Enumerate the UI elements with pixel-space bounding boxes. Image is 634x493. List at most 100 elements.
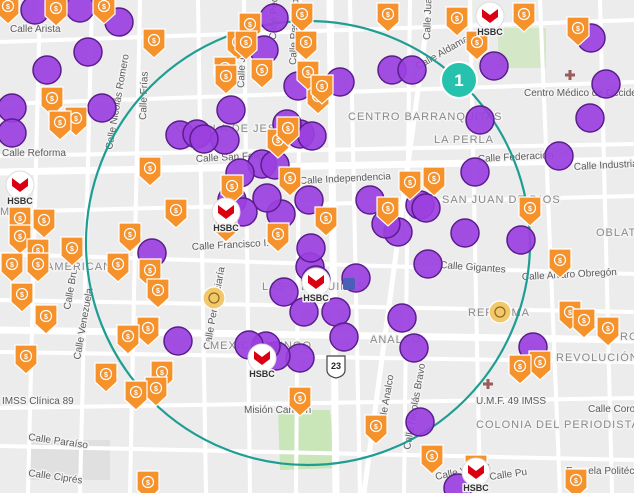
location-marker[interactable] [575,103,605,133]
location-marker[interactable] [460,157,490,187]
location-marker[interactable] [399,333,429,363]
hospital-icon [565,70,575,80]
hsbc-marker[interactable]: HSBC [5,170,35,208]
money-marker[interactable]: $ [596,316,620,347]
location-marker[interactable] [411,193,441,223]
location-marker[interactable] [387,303,417,333]
svg-text:$: $ [374,424,378,431]
pawn-shop-marker[interactable] [202,286,226,310]
svg-text:$: $ [116,262,120,269]
money-marker[interactable]: $ [214,64,238,95]
money-marker[interactable]: $ [508,354,532,385]
money-marker[interactable]: $ [136,316,160,347]
money-marker[interactable]: $ [164,198,188,229]
money-marker[interactable]: $ [26,252,50,283]
money-marker[interactable]: $ [116,324,140,355]
money-marker[interactable]: $ [124,380,148,411]
location-marker[interactable] [189,124,219,154]
svg-text:$: $ [568,310,572,317]
money-marker[interactable]: $ [10,282,34,313]
svg-text:$: $ [18,216,22,223]
svg-text:$: $ [576,26,580,33]
location-marker[interactable] [296,233,326,263]
location-marker[interactable] [405,407,435,437]
money-marker[interactable]: $ [290,2,314,33]
money-marker[interactable]: $ [294,30,318,61]
svg-text:$: $ [160,370,164,377]
location-marker[interactable] [252,183,282,213]
location-marker[interactable] [163,326,193,356]
location-marker[interactable] [259,3,289,33]
hsbc-marker[interactable]: HSBC [247,343,277,381]
money-marker[interactable]: $ [0,252,24,283]
hsbc-marker[interactable]: HSBC [461,457,491,493]
money-marker[interactable]: $ [142,28,166,59]
location-marker[interactable] [65,0,95,23]
money-marker[interactable]: $ [445,6,469,37]
money-marker[interactable]: $ [572,308,596,339]
money-marker[interactable]: $ [364,414,388,445]
location-marker[interactable] [450,218,480,248]
money-marker[interactable]: $ [266,222,290,253]
money-marker[interactable]: $ [250,58,274,89]
money-marker[interactable]: $ [564,468,588,493]
location-marker[interactable] [591,69,621,99]
money-marker[interactable]: $ [136,470,160,493]
money-marker[interactable]: $ [288,386,312,417]
hsbc-marker[interactable]: HSBC [211,197,241,235]
money-marker[interactable]: $ [94,362,118,393]
svg-text:$: $ [18,234,22,241]
hsbc-label: HSBC [7,196,33,206]
svg-text:$: $ [42,218,46,225]
location-marker[interactable] [329,322,359,352]
location-marker[interactable] [506,225,536,255]
hospital-icon [483,379,493,389]
money-marker[interactable]: $ [106,252,130,283]
hsbc-marker[interactable]: HSBC [301,267,331,305]
location-marker[interactable] [465,105,495,135]
money-marker[interactable]: $ [34,304,58,335]
location-marker[interactable] [544,141,574,171]
money-marker[interactable]: $ [32,208,56,239]
location-marker[interactable] [297,121,327,151]
money-marker[interactable]: $ [146,278,170,309]
svg-text:$: $ [306,70,310,77]
svg-text:$: $ [54,6,58,13]
location-marker[interactable] [216,95,246,125]
location-marker[interactable] [0,93,27,123]
location-marker[interactable] [0,118,27,148]
svg-text:$: $ [152,38,156,45]
money-marker[interactable]: $ [118,222,142,253]
hsbc-marker[interactable]: HSBC [475,1,505,39]
svg-text:$: $ [70,246,74,253]
location-marker[interactable] [479,51,509,81]
money-marker[interactable]: $ [44,0,68,27]
money-marker[interactable]: $ [548,248,572,279]
money-marker[interactable]: $ [60,236,84,267]
svg-text:$: $ [298,396,302,403]
svg-text:$: $ [44,314,48,321]
money-marker[interactable]: $ [528,350,552,381]
money-marker[interactable]: $ [420,444,444,475]
hsbc-label: HSBC [213,223,239,233]
location-marker[interactable] [397,55,427,85]
location-marker[interactable] [413,249,443,279]
money-marker[interactable]: $ [138,156,162,187]
money-marker[interactable]: $ [14,344,38,375]
money-marker[interactable]: $ [512,2,536,33]
money-marker[interactable]: $ [518,196,542,227]
map-canvas[interactable]: Calle Arista Calle Reforma Calle Nicolás R… [0,0,634,493]
pawn-shop-marker[interactable] [488,300,512,324]
money-marker[interactable]: $ [0,0,20,25]
money-marker[interactable]: $ [48,110,72,141]
location-marker[interactable] [73,37,103,67]
money-marker[interactable]: $ [314,206,338,237]
location-marker[interactable] [32,55,62,85]
money-marker[interactable]: $ [144,376,168,407]
cluster-marker[interactable]: 1 [440,61,478,99]
svg-text:$: $ [36,262,40,269]
money-marker[interactable]: $ [376,2,400,33]
svg-text:$: $ [50,96,54,103]
money-marker[interactable]: $ [422,166,446,197]
location-marker[interactable] [87,93,117,123]
